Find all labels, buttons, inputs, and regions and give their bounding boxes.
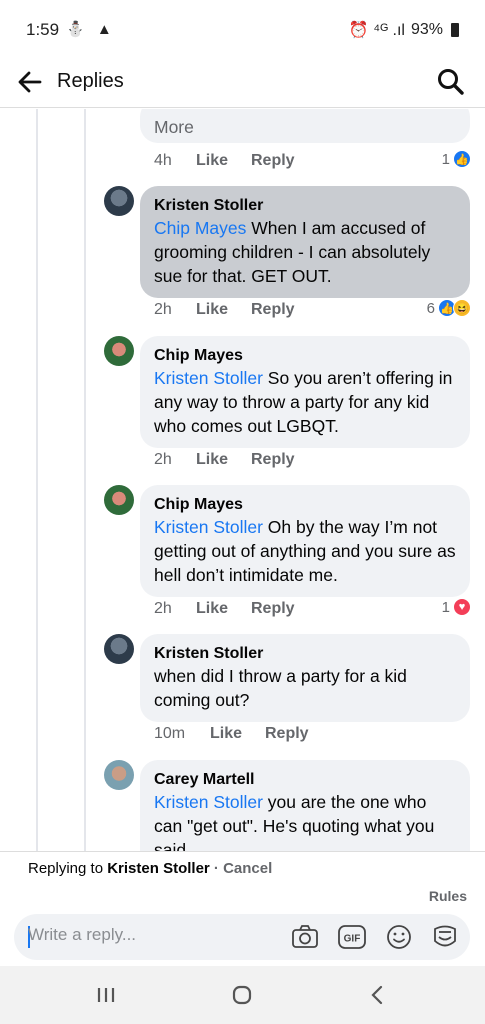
rules-link[interactable]: Rules xyxy=(429,888,467,904)
comment-author[interactable]: Carey Martell xyxy=(154,770,456,790)
back-button[interactable] xyxy=(14,66,46,98)
like-button[interactable]: Like xyxy=(196,301,251,319)
back-icon[interactable] xyxy=(358,980,398,1010)
mention-link[interactable]: Kristen Stoller xyxy=(154,517,263,537)
thread-line xyxy=(84,109,86,851)
like-button[interactable]: Like xyxy=(210,725,265,743)
sticker-icon[interactable] xyxy=(430,923,460,951)
comment-thread[interactable]: More 4h Like Reply 1 👍 Kristen Stoller C… xyxy=(0,109,485,851)
comment-bubble[interactable]: Chip Mayes Kristen Stoller Oh by the way… xyxy=(140,485,470,597)
comment-bubble[interactable]: Carey Martell Kristen Stoller you are th… xyxy=(140,760,470,851)
comment-text: Kristen Stoller So you aren’t offering i… xyxy=(154,366,456,438)
comment-author[interactable]: Chip Mayes xyxy=(154,495,456,515)
comment-body: when did I throw a party for a kid comin… xyxy=(154,666,407,710)
cancel-reply-button[interactable]: Cancel xyxy=(223,860,272,877)
comment-time: 2h xyxy=(154,301,172,318)
status-notification-icons: ⛄ ▲ xyxy=(66,21,116,38)
reply-composer: Replying to Kristen Stoller · Cancel Rul… xyxy=(0,851,485,966)
avatar[interactable] xyxy=(104,634,134,664)
camera-icon[interactable] xyxy=(290,923,320,951)
comment-author[interactable]: Chip Mayes xyxy=(154,346,456,366)
mention-link[interactable]: Chip Mayes xyxy=(154,218,246,238)
status-time: 1:59 xyxy=(26,20,60,39)
gif-icon[interactable]: GIF xyxy=(337,923,367,951)
reaction-summary[interactable]: 1 ♥ xyxy=(442,598,471,616)
reply-button[interactable]: Reply xyxy=(251,152,295,170)
search-icon xyxy=(438,69,464,95)
love-reaction-icon: ♥ xyxy=(453,598,471,616)
separator: · xyxy=(209,860,224,877)
comment-time: 2h xyxy=(154,600,172,617)
avatar[interactable] xyxy=(104,336,134,366)
comment-actions: 4h Like Reply xyxy=(154,152,295,170)
reaction-count: 1 xyxy=(441,598,450,616)
reaction-summary[interactable]: 6 👍 😆 xyxy=(427,299,471,317)
page-title: Replies xyxy=(57,70,124,92)
reaction-count: 6 xyxy=(426,299,435,317)
reaction-summary[interactable]: 1 👍 xyxy=(442,150,471,168)
recents-icon[interactable] xyxy=(86,980,126,1010)
comment-text: Kristen Stoller you are the one who can … xyxy=(154,790,456,851)
like-button[interactable]: Like xyxy=(196,451,251,469)
back-arrow-icon xyxy=(18,71,42,93)
reply-input-container[interactable]: GIF xyxy=(14,914,470,960)
comment-bubble[interactable]: Kristen Stoller Chip Mayes When I am acc… xyxy=(140,186,470,298)
emoji-icon[interactable] xyxy=(384,923,414,951)
comment-bubble[interactable]: More xyxy=(140,109,470,143)
comment-time: 10m xyxy=(154,725,186,742)
reply-button[interactable]: Reply xyxy=(265,725,309,743)
status-bar: 1:59 ⛄ ▲ ⏰ ⁴ᴳ .ıl 93% xyxy=(0,0,485,58)
comment-author[interactable]: Kristen Stoller xyxy=(154,644,456,664)
reply-input[interactable] xyxy=(28,925,268,945)
comment-time: 4h xyxy=(154,152,172,169)
avatar[interactable] xyxy=(104,186,134,216)
status-system-icons: ⏰ ⁴ᴳ .ıl xyxy=(348,22,405,39)
comment-text: Chip Mayes When I am accused of grooming… xyxy=(154,216,456,288)
see-more-link[interactable]: More xyxy=(154,115,456,139)
home-icon[interactable] xyxy=(222,980,262,1010)
comment-time: 2h xyxy=(154,451,172,468)
comment-text: Kristen Stoller Oh by the way I’m not ge… xyxy=(154,515,456,587)
reply-button[interactable]: Reply xyxy=(251,301,295,319)
app-header: Replies xyxy=(0,58,485,108)
comment-actions: 2h Like Reply xyxy=(154,600,295,618)
comment-bubble[interactable]: Kristen Stoller when did I throw a party… xyxy=(140,634,470,722)
mention-link[interactable]: Kristen Stoller xyxy=(154,792,263,812)
reaction-count: 1 xyxy=(441,150,450,168)
like-button[interactable]: Like xyxy=(196,152,251,170)
comment-author[interactable]: Kristen Stoller xyxy=(154,196,456,216)
battery-level: 93% xyxy=(410,21,443,38)
reply-button[interactable]: Reply xyxy=(251,451,295,469)
replying-prefix: Replying to xyxy=(28,860,108,877)
replying-to-label: Replying to Kristen Stoller · Cancel xyxy=(28,860,272,877)
svg-text:GIF: GIF xyxy=(344,934,361,945)
reply-button[interactable]: Reply xyxy=(251,600,295,618)
search-button[interactable] xyxy=(435,66,467,98)
comment-bubble[interactable]: Chip Mayes Kristen Stoller So you aren’t… xyxy=(140,336,470,448)
haha-reaction-icon: 😆 xyxy=(453,299,471,317)
mention-link[interactable]: Kristen Stoller xyxy=(154,368,263,388)
thread-line xyxy=(36,109,38,851)
system-nav-bar xyxy=(0,966,485,1024)
replying-to-name: Kristen Stoller xyxy=(107,860,210,877)
like-reaction-icon: 👍 xyxy=(453,150,471,168)
avatar[interactable] xyxy=(104,485,134,515)
status-right: ⏰ ⁴ᴳ .ıl 93% xyxy=(349,20,459,40)
battery-icon xyxy=(451,23,459,37)
like-button[interactable]: Like xyxy=(196,600,251,618)
comment-actions: 10m Like Reply xyxy=(154,725,309,743)
comment-actions: 2h Like Reply xyxy=(154,301,295,319)
avatar[interactable] xyxy=(104,760,134,790)
comment-actions: 2h Like Reply xyxy=(154,451,295,469)
